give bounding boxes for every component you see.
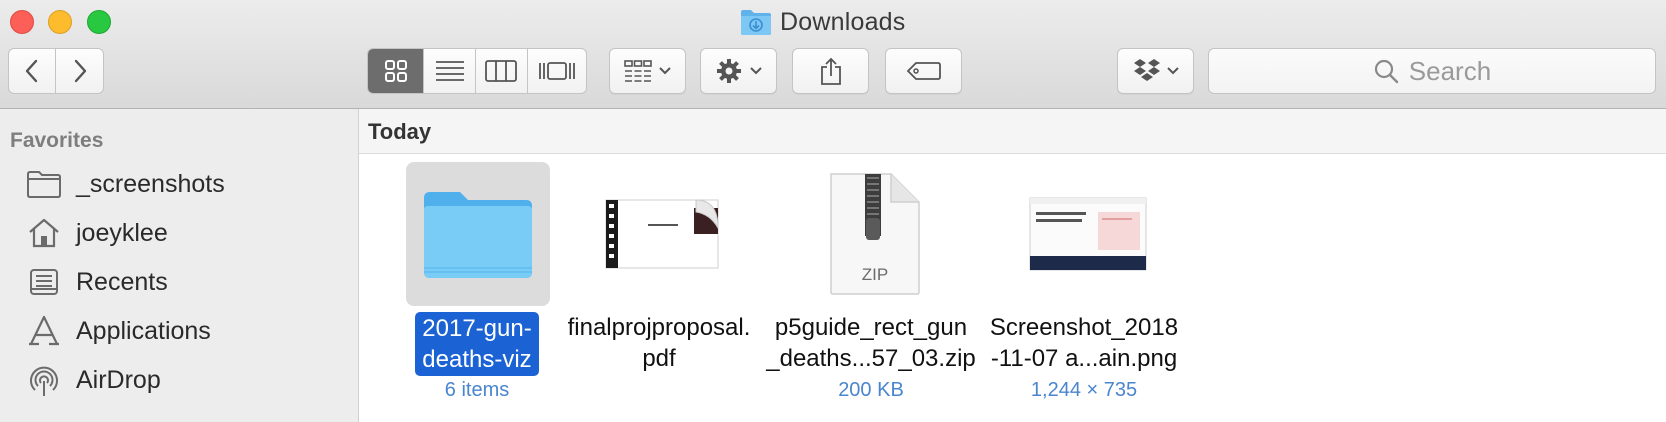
toolbar: Downloads Search [0,0,1666,109]
window-title: Downloads [740,6,905,38]
group-icon [623,60,652,82]
downloads-folder-icon [740,8,772,36]
minimize-window-button[interactable] [48,10,72,34]
sidebar-item-label: Applications [76,316,211,345]
list-view-button[interactable] [424,49,477,93]
sidebar-item-label: Recents [76,267,168,296]
dropbox-icon [1133,59,1160,81]
file-name-line1: Screenshot_2018 [989,314,1179,341]
file-name-line1: p5guide_rect_gun [774,314,968,341]
file-name[interactable]: finalprojproposal. pdf [544,312,774,374]
file-name[interactable]: Screenshot_2018 -11-07 a...ain.png [969,312,1199,374]
search-field[interactable]: Search [1208,48,1656,94]
close-window-button[interactable] [10,10,34,34]
folder-icon [26,166,62,202]
sidebar: Favorites _screenshots joeyklee Recents … [0,109,359,422]
file-name-line1: 2017-gun- [422,315,532,342]
sidebar-item-screenshots[interactable]: _screenshots [26,162,225,206]
file-name-line2: -11-07 a...ain.png [990,345,1178,372]
file-meta: 200 KB [838,379,904,401]
edit-tags-button[interactable] [885,48,962,94]
file-name-line2: pdf [642,345,676,372]
search-icon [1374,59,1398,84]
grid-icon [384,60,407,82]
share-icon [820,57,841,85]
list-icon [435,61,464,81]
chevron-down-icon [749,67,762,75]
gear-icon [716,59,741,83]
file-thumbnail[interactable] [406,162,550,306]
applications-icon [26,313,62,349]
group-by-button[interactable] [609,48,686,94]
window-title-text: Downloads [780,7,906,36]
chevron-right-icon [74,59,86,83]
file-meta: 6 items [444,379,510,401]
group-header: Today [359,109,1666,154]
chevron-down-icon [1166,67,1179,75]
nav-buttons [8,48,104,94]
file-name-line1: finalprojproposal. [567,314,751,341]
share-button[interactable] [792,48,869,94]
sidebar-item-recents[interactable]: Recents [26,260,168,304]
dropbox-button[interactable] [1117,48,1194,94]
forward-button[interactable] [56,49,103,93]
file-browser: Today 2017-gun-deaths-viz 6 items finalp… [359,109,1666,422]
airdrop-icon [26,362,62,398]
sidebar-heading-favorites: Favorites [10,129,104,152]
folder-icon [424,192,532,278]
action-menu-button[interactable] [700,48,777,94]
file-thumbnail[interactable] [591,162,735,306]
search-placeholder: Search [1408,55,1492,86]
sidebar-item-airdrop[interactable]: AirDrop [26,358,161,402]
sidebar-item-applications[interactable]: Applications [26,309,211,353]
columns-icon [485,60,518,82]
recents-icon [26,264,62,300]
gallery-icon [538,62,575,80]
sidebar-item-label: AirDrop [76,365,161,394]
group-title-today: Today [368,119,432,144]
back-button[interactable] [9,49,57,93]
icon-view-button[interactable] [368,49,425,93]
home-icon [26,215,62,251]
file-name[interactable]: p5guide_rect_gun _deaths...57_03.zip [756,312,986,374]
view-mode-control [367,48,587,94]
zip-archive-icon: ZIP [830,173,920,295]
sidebar-item-joeyklee[interactable]: joeyklee [26,211,168,255]
gallery-view-button[interactable] [528,49,586,93]
sidebar-item-label: joeyklee [76,218,168,247]
image-thumbnail-icon [1029,197,1147,271]
file-name-line2: _deaths...57_03.zip [766,345,976,372]
zoom-window-button[interactable] [87,10,111,34]
chevron-left-icon [25,59,38,83]
file-meta: 1,244 × 735 [1030,379,1138,401]
file-thumbnail[interactable]: ZIP [803,162,947,306]
chevron-down-icon [658,67,671,75]
pdf-document-icon [605,199,719,269]
sidebar-item-label: _screenshots [76,169,225,198]
column-view-button[interactable] [476,49,528,93]
file-name-line2: deaths-viz [422,346,532,373]
tag-icon [906,62,941,80]
zip-badge: ZIP [862,265,888,284]
file-thumbnail[interactable] [1016,162,1160,306]
